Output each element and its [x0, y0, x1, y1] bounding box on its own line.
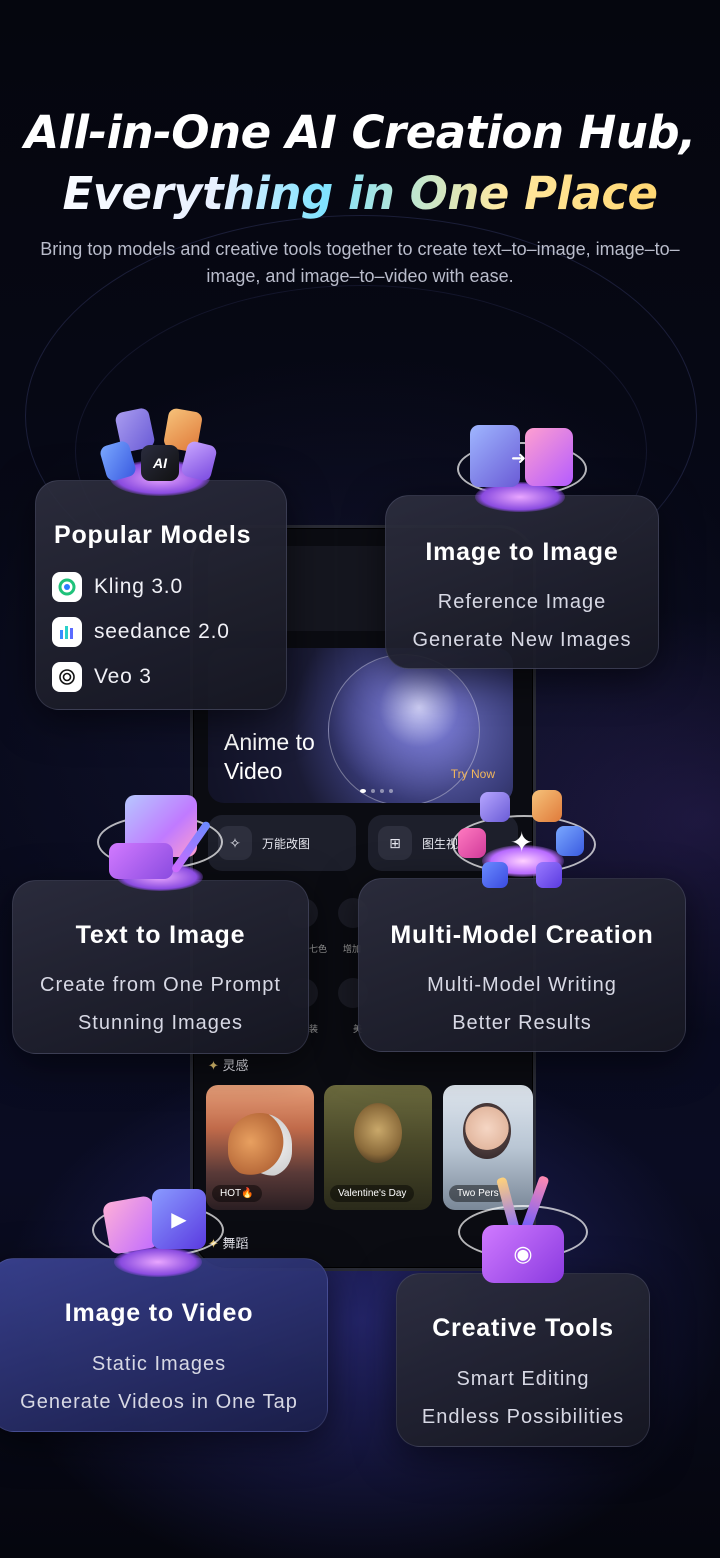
card-line-2: Generate New Images — [412, 629, 632, 651]
image-tile — [525, 428, 573, 486]
toolbox-icon: ◉ — [458, 1175, 588, 1287]
card-line-1: Static Images — [91, 1353, 227, 1375]
model-name: seedance 2.0 — [94, 620, 230, 643]
sparkle-icon: ✦ — [208, 1058, 223, 1073]
card-line-2: Better Results — [452, 1012, 592, 1034]
inspiration-card[interactable]: HOT🔥 — [206, 1085, 314, 1210]
card-title: Creative Tools — [432, 1314, 614, 1342]
model-tile — [458, 828, 486, 858]
openai-logo-icon — [52, 662, 82, 692]
inspiration-card[interactable]: Valentine's Day — [324, 1085, 432, 1210]
card-title: Text to Image — [75, 921, 246, 949]
model-tile — [480, 792, 510, 822]
multi-model-card[interactable]: Multi-Model Creation Multi-Model Writing… — [358, 878, 686, 1052]
star-icon: ✦ — [510, 827, 534, 858]
creative-tools-card[interactable]: Creative Tools Smart Editing Endless Pos… — [396, 1273, 650, 1447]
model-tile — [482, 862, 508, 888]
model-tile — [536, 862, 562, 888]
model-tile — [532, 790, 562, 822]
models-stack-icon: AI — [98, 405, 223, 500]
chat-bubble — [109, 843, 173, 879]
image-to-video-card[interactable]: Image to Video Static Images Generate Vi… — [0, 1258, 328, 1432]
try-now-button[interactable]: Try Now — [451, 767, 495, 781]
banner-title-line-1: Anime to — [224, 729, 315, 755]
valentines-tag: Valentine's Day — [330, 1185, 415, 1202]
card-line-2: Generate Videos in One Tap — [20, 1391, 298, 1413]
image-video-icon: ▶ — [92, 1185, 224, 1280]
universal-edit-button[interactable]: ✧ 万能改图 — [208, 815, 356, 871]
model-row-seedance[interactable]: seedance 2.0 — [52, 617, 230, 647]
card-line-1: Smart Editing — [456, 1368, 590, 1390]
arrow-icon: ➜ — [511, 448, 527, 468]
cat-couple-image — [228, 1113, 292, 1177]
subtitle: Bring top models and creative tools toge… — [40, 239, 680, 286]
model-tile — [556, 826, 584, 856]
card-line-1: Reference Image — [437, 591, 607, 613]
carousel-dots — [360, 789, 393, 793]
seedance-logo-icon — [52, 617, 82, 647]
inspiration-heading: ✦ 灵感 — [208, 1058, 249, 1073]
model-name: Kling 3.0 — [94, 575, 183, 598]
pill-label: 万能改图 — [262, 836, 311, 851]
model-row-kling[interactable]: Kling 3.0 — [52, 572, 183, 602]
card-title: Popular Models — [54, 521, 252, 549]
card-title: Multi-Model Creation — [390, 921, 654, 949]
ai-badge-icon: AI — [141, 445, 179, 481]
model-row-veo[interactable]: Veo 3 — [52, 662, 152, 692]
text-image-icon — [95, 795, 225, 895]
card-line-2: Stunning Images — [77, 1012, 244, 1034]
tool-shortcut-label: 七色 — [309, 944, 328, 954]
text-to-image-card[interactable]: Text to Image Create from One Prompt Stu… — [12, 880, 309, 1054]
card-title: Image to Video — [64, 1299, 254, 1327]
kling-logo-icon — [52, 572, 82, 602]
image-to-image-card[interactable]: Image to Image Reference Image Generate … — [385, 495, 659, 669]
box-body: ◉ — [482, 1225, 564, 1283]
video-plus-icon: ⊞ — [378, 826, 412, 860]
card-line-1: Create from One Prompt — [40, 974, 281, 996]
tool-shortcut-label: 装 — [309, 1024, 319, 1034]
headline: All-in-One AI Creation Hub, Everything i… — [0, 102, 720, 224]
model-name: Veo 3 — [94, 665, 152, 688]
banner-title-line-2: Video — [224, 758, 283, 784]
banner-title: Anime to Video — [224, 728, 315, 786]
card-title: Image to Image — [425, 538, 619, 566]
headline-line-2: Everything in One Place — [0, 163, 720, 224]
portrait-image — [463, 1103, 511, 1159]
popular-models-card[interactable]: Popular Models Kling 3.0 seedance 2.0 Ve… — [35, 480, 287, 710]
video-tile: ▶ — [152, 1189, 206, 1249]
multi-model-icon: ✦ — [452, 790, 596, 895]
headline-line-1: All-in-One AI Creation Hub, — [24, 106, 696, 159]
image-convert-icon: ➜ — [455, 420, 587, 515]
promo-page: All-in-One AI Creation Hub, Everything i… — [0, 0, 720, 1558]
card-line-1: Multi-Model Writing — [427, 974, 617, 996]
portrait-image — [354, 1103, 402, 1163]
card-line-2: Endless Possibilities — [421, 1406, 625, 1428]
